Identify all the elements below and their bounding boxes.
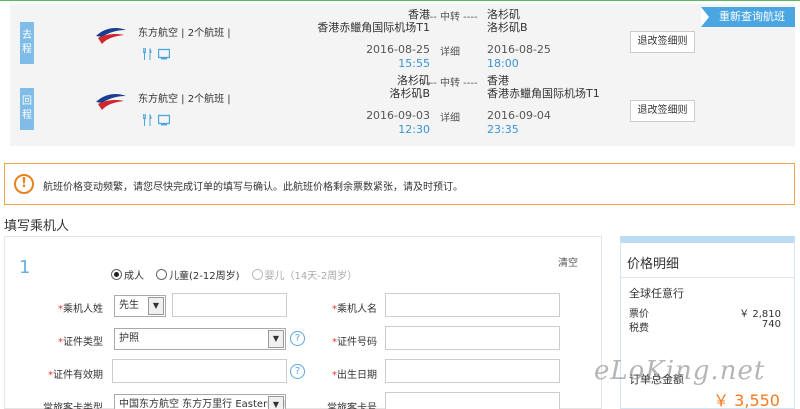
arrival-time: 23:35 [487,123,519,136]
id-expiry-label: *证件有效期 [48,370,103,381]
radio-adult[interactable]: 成人 [111,267,144,282]
detail-link[interactable]: 详细 [420,109,480,124]
radio-dot[interactable] [156,269,167,280]
radio-child[interactable]: 儿童(2-12周岁) [156,267,240,282]
arrival-time: 18:00 [487,57,519,70]
refund-rules-button[interactable]: 退改签细则 [630,100,695,122]
title-select[interactable]: 先生 ▼ [114,295,166,317]
arrival-city: 洛杉矶 [487,8,520,21]
fare-row: 票价 ￥ 2,810 [629,305,781,320]
total-value: ￥ 3,550 [713,391,780,409]
id-type-select[interactable]: 护照 ▼ [114,328,286,350]
tax-label: 税费 [629,323,649,334]
facility-icons [142,48,171,60]
arrival-airport: 香港赤鱲角国际机场T1 [487,87,600,100]
frequent-flyer-number-label: 常旅客卡号 [327,403,377,409]
departure-date: 2016-08-25 [366,43,430,56]
given-name-input[interactable] [385,293,560,317]
birth-date-label: *出生日期 [332,370,377,381]
arrival-city: 香港 [487,74,509,87]
arrival-info: 香港 香港赤鱲角国际机场T1 2016-09-04 23:35 [487,74,637,137]
divider [621,277,794,278]
passenger-form: 1 清空 成人 儿童(2-12周岁) 婴儿（14天-2周岁） *乘机人姓 先生 … [4,236,602,409]
chevron-down-icon: ▼ [148,297,164,315]
id-number-input[interactable] [385,326,560,350]
chevron-down-icon: ▼ [268,330,284,348]
departure-airport: 洛杉矶B [389,87,430,100]
frequent-flyer-number-input[interactable] [385,392,560,409]
trip-tag: 回程 [20,88,34,130]
birth-date-input[interactable] [385,359,560,383]
departure-info: 香港 香港赤鱲角国际机场T1 2016-08-25 15:55 [280,8,430,71]
radio-label: 成人 [124,271,144,282]
price-title: 价格明细 [627,257,680,272]
section-title: 填写乘机人 [4,219,70,234]
meal-icon [142,48,153,60]
screen-icon [157,48,171,60]
clear-form-link[interactable]: 清空 [558,254,578,269]
airline-name: 东方航空 | 2个航班 | [138,28,231,39]
exclamation-icon: ! [14,174,34,194]
frequent-flyer-type-label: 常旅客卡类型 [43,403,103,409]
departure-time: 15:55 [398,57,430,70]
notice-text: 航班价格变动频繁，请您尽快完成订单的填写与确认。此航班价格剩余票数紧张，请及时预… [43,182,463,193]
fare-label: 票价 [629,309,649,320]
departure-info: 洛杉矶 洛杉矶B 2016-09-03 12:30 [280,74,430,137]
meal-icon [142,114,153,126]
tax-value: 740 [761,319,781,330]
radio-dot[interactable] [111,269,122,280]
arrival-airport: 洛杉矶B [487,21,528,34]
arrival-date: 2016-09-04 [487,109,551,122]
radio-infant: 婴儿（14天-2周岁） [251,267,358,282]
passenger-number: 1 [19,257,31,278]
departure-airport: 香港赤鱲角国际机场T1 [317,21,430,34]
frequent-flyer-select[interactable]: 中国东方航空 东方万里行 Eastern Miles ▼ [114,394,286,409]
screen-icon [157,114,171,126]
id-type-label: *证件类型 [58,337,103,348]
china-eastern-logo-icon [96,28,126,44]
airline-name: 东方航空 | 2个航班 | [138,94,231,105]
transfer-info: ---- 中转 ---- 详细 [420,74,480,124]
detail-link[interactable]: 详细 [420,43,480,58]
top-divider [0,0,800,1]
price-change-notice: ! 航班价格变动频繁，请您尽快完成订单的填写与确认。此航班价格剩余票数紧张，请及… [4,163,795,205]
radio-label: 婴儿（14天-2周岁） [264,271,358,282]
help-icon[interactable]: ? [290,331,305,346]
facility-icons [142,114,171,126]
refund-rules-button[interactable]: 退改签细则 [630,31,695,53]
china-eastern-logo-icon [96,94,126,110]
flight-summary: 重新查询航班 去程 东方航空 | 2个航班 | 香港 香港赤鱲角国际机场T1 2… [10,4,795,146]
departure-city: 香港 [408,8,430,21]
departure-date: 2016-09-03 [366,109,430,122]
watermark: eLoKing.net [594,356,766,386]
id-expiry-input[interactable] [112,359,287,383]
tax-row: 税费 740 [629,319,781,334]
passenger-type-radios: 成人 儿童(2-12周岁) 婴儿（14天-2周岁） [111,267,357,282]
trip-tag: 去程 [20,22,34,64]
radio-dot [251,269,263,280]
surname-input[interactable] [172,293,287,317]
arrival-info: 洛杉矶 洛杉矶B 2016-08-25 18:00 [487,8,637,71]
departure-time: 12:30 [398,123,430,136]
chevron-down-icon: ▼ [268,396,284,409]
arrival-date: 2016-08-25 [487,43,551,56]
given-name-label: *乘机人名 [332,304,377,315]
surname-label: *乘机人姓 [58,304,103,315]
transfer-info: ---- 中转 ---- 详细 [420,8,480,58]
fare-value: ￥ 2,810 [739,309,781,320]
trip-type: 全球任意行 [629,287,684,300]
transfer-label: ---- 中转 ---- [422,78,478,89]
radio-label: 儿童(2-12周岁) [169,271,240,282]
outbound-trip: 去程 东方航空 | 2个航班 | 香港 香港赤鱲角国际机场T1 2016-08-… [10,4,795,70]
transfer-label: ---- 中转 ---- [422,12,478,23]
return-trip: 回程 东方航空 | 2个航班 | 洛杉矶 洛杉矶B 2016-09-03 12:… [10,70,795,136]
departure-city: 洛杉矶 [397,74,430,87]
id-number-label: *证件号码 [332,337,377,348]
help-icon[interactable]: ? [290,364,305,379]
